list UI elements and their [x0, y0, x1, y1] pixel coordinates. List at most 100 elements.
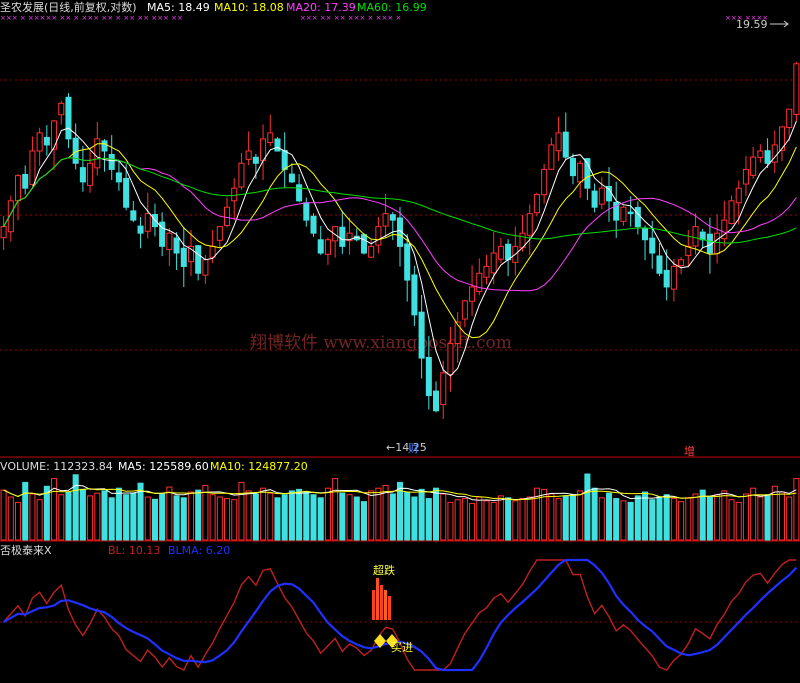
volume-bar — [281, 494, 288, 541]
signal-mark: ××× ×× ×× ××× × ××× × — [300, 14, 401, 22]
bl-label: BL: 10.13 — [108, 544, 160, 557]
volume-bar — [245, 490, 252, 541]
candle-body — [238, 162, 245, 188]
ma60-label: MA60: 16.99 — [357, 1, 427, 14]
volume-bar — [764, 494, 771, 541]
price-low-label: ←14.25 — [386, 441, 427, 454]
volume-bar — [0, 489, 7, 541]
candle-body — [288, 173, 295, 183]
volume-bar — [404, 491, 411, 541]
ma5-label: MA5: 18.49 — [147, 1, 210, 14]
volume-bar — [692, 493, 699, 541]
volume-bar — [36, 499, 43, 541]
volume-bar — [288, 490, 295, 541]
candle-body — [541, 168, 548, 196]
volume-bar — [101, 490, 108, 541]
volume-bar — [757, 496, 764, 541]
candle-body — [793, 63, 800, 115]
candle-body — [663, 269, 670, 288]
volume-bar — [584, 473, 591, 541]
candle-body — [483, 265, 490, 278]
volume-bar — [151, 498, 158, 541]
candle-body — [634, 207, 641, 228]
volume-bar — [252, 493, 259, 541]
watermark: 翔博软件 www.xiangbosoft.com — [250, 333, 512, 353]
volume-bar — [627, 501, 634, 541]
volume-bar — [144, 496, 151, 541]
candle-body — [490, 252, 497, 274]
candle-body — [252, 156, 259, 164]
signal-bar — [380, 585, 383, 620]
volume-bar — [22, 481, 29, 541]
volume-bar — [87, 495, 94, 541]
candle-body — [591, 190, 598, 208]
candle-body — [555, 132, 562, 152]
volume-bar — [368, 490, 375, 541]
signal-bar — [384, 590, 387, 620]
volume-bar — [339, 492, 346, 541]
volume-bar — [332, 478, 339, 541]
candle-body — [447, 342, 454, 375]
volume-bar — [317, 497, 324, 541]
volume-bar — [360, 501, 367, 541]
candle-body — [620, 206, 627, 222]
candle-body — [692, 226, 699, 247]
volume-bar — [613, 498, 620, 541]
volume-bar — [497, 495, 504, 541]
candle-body — [440, 372, 447, 406]
volume-bar — [173, 495, 180, 541]
volume-title: VOLUME: 112323.84 — [0, 460, 113, 473]
volume-bar — [699, 489, 706, 541]
volume-bar — [43, 485, 50, 541]
signal-mark: ××× × ××××× ×× × ××× ×× × ×× ×× ××× ×× — [0, 14, 183, 22]
candle-body — [267, 132, 274, 143]
volume-ma10-label: MA10: 124877.20 — [210, 460, 308, 473]
volume-bar — [180, 497, 187, 541]
candle-body — [245, 150, 252, 160]
candle-body — [764, 150, 771, 164]
candle-body — [548, 144, 555, 170]
blma-label: BLMA: 6.20 — [168, 544, 230, 557]
candle-body — [324, 239, 331, 255]
candle-body — [577, 162, 584, 183]
volume-bar — [620, 500, 627, 541]
candle-body — [195, 245, 202, 274]
volume-bar — [591, 487, 598, 541]
price-high-label: 19.59 — [736, 18, 768, 31]
volume-bar — [670, 498, 677, 541]
volume-bar — [260, 487, 267, 541]
candlestick-series — [0, 61, 800, 420]
volume-bar — [742, 493, 749, 541]
candle-body — [224, 206, 231, 226]
event-marker-zeng: 增 — [684, 444, 695, 458]
candle-body — [461, 300, 468, 320]
signal-label-bottom: 买进 — [391, 641, 413, 654]
candle-body — [274, 138, 281, 152]
candle-body — [339, 226, 346, 247]
signal-marks: ××× × ××××× ×× × ××× ×× × ×× ×× ××× ×× ×… — [0, 14, 768, 22]
volume-bar — [58, 494, 65, 541]
event-marker-cai: 财 — [408, 441, 419, 455]
volume-bar — [166, 486, 173, 541]
volume-bars — [0, 473, 800, 541]
candle-body — [569, 157, 576, 177]
candle-body — [656, 255, 663, 274]
volume-bar — [433, 487, 440, 541]
volume-bar — [454, 499, 461, 541]
candle-body — [65, 96, 72, 140]
candle-body — [389, 214, 396, 221]
candle-body — [108, 153, 115, 170]
signal-bar — [388, 596, 391, 620]
candle-body — [418, 311, 425, 359]
candle-body — [742, 168, 749, 185]
candle-body — [469, 286, 476, 302]
volume-bar — [728, 499, 735, 541]
candle-body — [0, 226, 7, 239]
volume-bar — [94, 492, 101, 541]
volume-bar — [389, 493, 396, 541]
candle-body — [123, 177, 130, 208]
volume-bar — [310, 494, 317, 541]
candle-body — [598, 187, 605, 205]
volume-bar — [440, 493, 447, 541]
volume-bar — [353, 496, 360, 541]
